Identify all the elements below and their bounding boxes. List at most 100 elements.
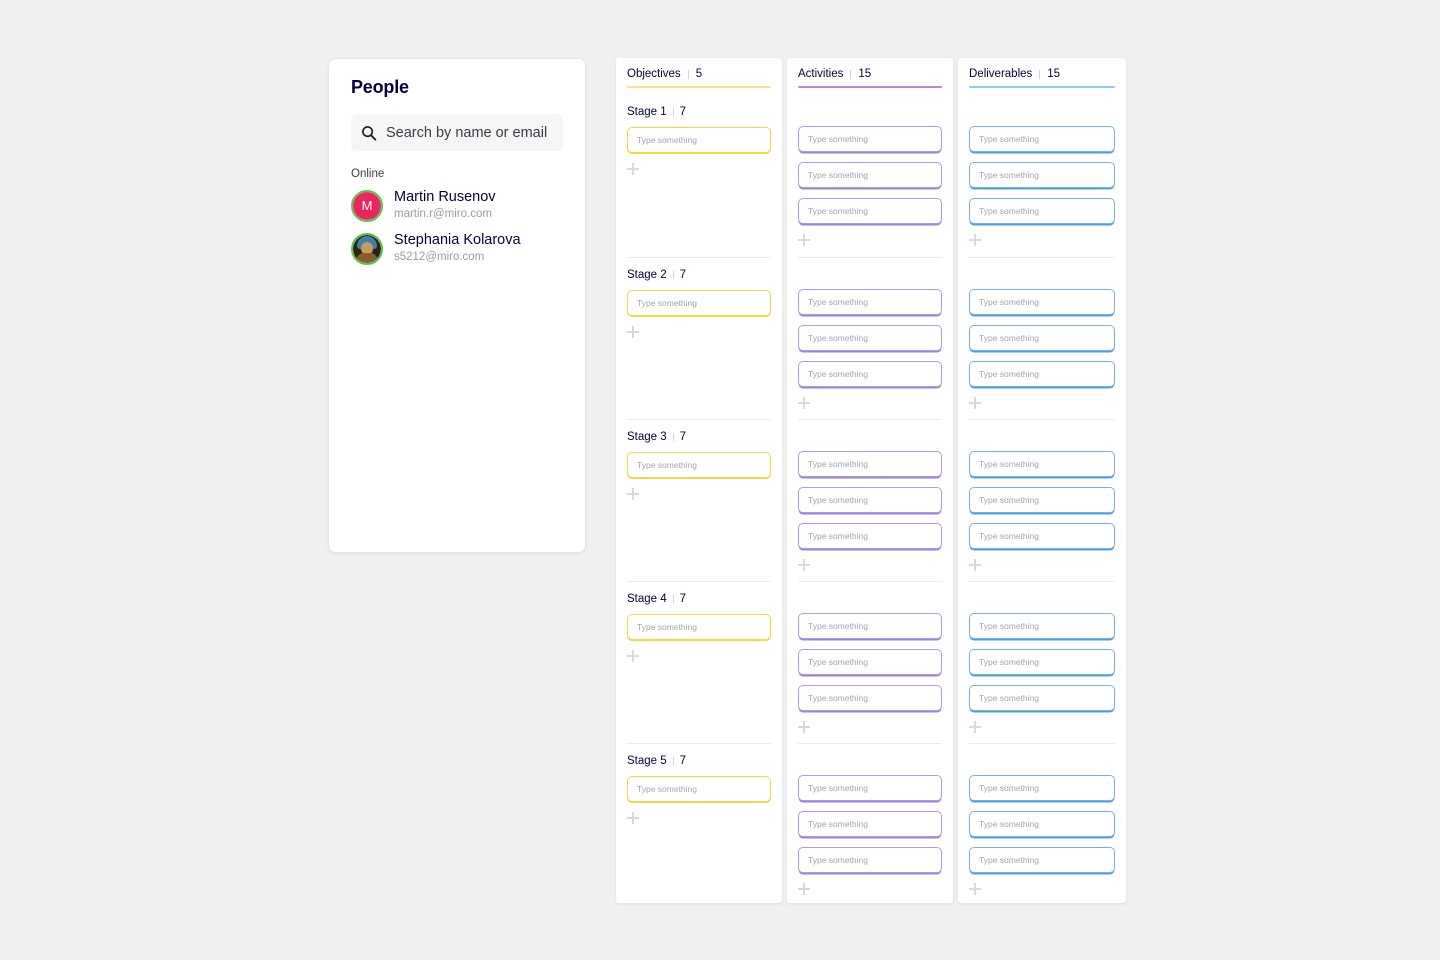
card-placeholder-text: Type something bbox=[979, 297, 1040, 307]
card-input[interactable]: Type something bbox=[798, 523, 942, 549]
search-input[interactable]: Search by name or email bbox=[351, 114, 563, 151]
card-placeholder-text: Type something bbox=[808, 134, 869, 144]
card-input[interactable]: Type something bbox=[798, 325, 942, 351]
add-card-button[interactable] bbox=[969, 397, 981, 409]
card-input[interactable]: Type something bbox=[798, 361, 942, 387]
add-card-button[interactable] bbox=[798, 721, 810, 733]
column-count: 5 bbox=[695, 68, 703, 80]
card-placeholder-text: Type something bbox=[637, 784, 698, 794]
add-card-button[interactable] bbox=[798, 883, 810, 895]
card-placeholder-text: Type something bbox=[979, 855, 1040, 865]
stage-label-separator bbox=[672, 271, 674, 279]
add-card-button[interactable] bbox=[798, 397, 810, 409]
stage-spacer bbox=[798, 420, 942, 451]
card-input[interactable]: Type something bbox=[627, 614, 771, 640]
stage-spacer bbox=[969, 744, 1115, 775]
card-input[interactable]: Type something bbox=[969, 198, 1115, 224]
card-input[interactable]: Type something bbox=[969, 685, 1115, 711]
column-title: Activities bbox=[798, 68, 844, 80]
card-input[interactable]: Type something bbox=[798, 811, 942, 837]
add-card-button[interactable] bbox=[798, 234, 810, 246]
card-input[interactable]: Type something bbox=[969, 325, 1115, 351]
stage-count: 7 bbox=[679, 755, 687, 767]
stage-label-separator bbox=[672, 595, 674, 603]
card-input[interactable]: Type something bbox=[798, 162, 942, 188]
stage-label-text: Stage 1 bbox=[627, 106, 667, 118]
column-count: 15 bbox=[1047, 68, 1061, 80]
add-card-button[interactable] bbox=[969, 234, 981, 246]
card-input[interactable]: Type something bbox=[798, 198, 942, 224]
add-card-button[interactable] bbox=[798, 559, 810, 571]
card-input[interactable]: Type something bbox=[969, 126, 1115, 152]
stage-spacer bbox=[969, 258, 1115, 289]
add-card-button[interactable] bbox=[627, 812, 639, 824]
app-root: People Search by name or email Online M … bbox=[0, 0, 1440, 960]
stage-block: Type something Type something Type somethi… bbox=[798, 743, 942, 895]
stage-label: Stage 5 7 bbox=[627, 744, 771, 776]
stage-count: 7 bbox=[679, 431, 687, 443]
card-input[interactable]: Type something bbox=[627, 290, 771, 316]
card-placeholder-text: Type something bbox=[637, 298, 698, 308]
card-input[interactable]: Type something bbox=[969, 775, 1115, 801]
board-column-objectives: Objectives 5 Stage 1 7 Type something Stage 2… bbox=[616, 58, 782, 903]
card-input[interactable]: Type something bbox=[627, 452, 771, 478]
avatar bbox=[351, 232, 383, 265]
card-input[interactable]: Type something bbox=[798, 775, 942, 801]
card-placeholder-text: Type something bbox=[808, 170, 869, 180]
card-placeholder-text: Type something bbox=[637, 460, 698, 470]
card-input[interactable]: Type something bbox=[969, 523, 1115, 549]
card-input[interactable]: Type something bbox=[969, 162, 1115, 188]
card-input[interactable]: Type something bbox=[798, 289, 942, 315]
column-header: Objectives 5 bbox=[627, 58, 771, 95]
card-placeholder-text: Type something bbox=[979, 369, 1040, 379]
page-title: People bbox=[351, 77, 409, 97]
card-input[interactable]: Type something bbox=[798, 685, 942, 711]
column-header-text: Objectives 5 bbox=[627, 68, 771, 80]
card-placeholder-text: Type something bbox=[808, 495, 869, 505]
card-input[interactable]: Type something bbox=[798, 126, 942, 152]
stage-label: Stage 4 7 bbox=[627, 582, 771, 614]
add-card-button[interactable] bbox=[969, 559, 981, 571]
stage-spacer bbox=[969, 420, 1115, 451]
card-input[interactable]: Type something bbox=[969, 289, 1115, 315]
add-card-button[interactable] bbox=[969, 883, 981, 895]
list-item[interactable]: Stephania Kolarova s5212@miro.com bbox=[351, 232, 563, 266]
card-input[interactable]: Type something bbox=[798, 487, 942, 513]
card-input[interactable]: Type something bbox=[627, 776, 771, 802]
card-placeholder-text: Type something bbox=[979, 531, 1040, 541]
avatar: M bbox=[351, 189, 383, 222]
stage-block: Type something Type something Type somethi… bbox=[969, 257, 1115, 419]
card-placeholder-text: Type something bbox=[637, 622, 698, 632]
stage-block: Type something Type something Type somethi… bbox=[798, 95, 942, 257]
add-card-button[interactable] bbox=[969, 721, 981, 733]
list-item[interactable]: M Martin Rusenov martin.r@miro.com bbox=[351, 189, 563, 223]
add-card-button[interactable] bbox=[627, 163, 639, 175]
stage-label-separator bbox=[672, 757, 674, 765]
column-accent-underline bbox=[798, 86, 942, 88]
card-input[interactable]: Type something bbox=[969, 847, 1115, 873]
card-input[interactable]: Type something bbox=[969, 487, 1115, 513]
card-input[interactable]: Type something bbox=[969, 451, 1115, 477]
card-input[interactable]: Type something bbox=[798, 613, 942, 639]
add-card-button[interactable] bbox=[627, 650, 639, 662]
card-placeholder-text: Type something bbox=[979, 170, 1040, 180]
stage-block: Type something Type something Type somethi… bbox=[969, 95, 1115, 257]
card-input[interactable]: Type something bbox=[798, 649, 942, 675]
stage-block: Stage 5 7 Type something bbox=[627, 743, 771, 893]
avatar-photo-body bbox=[356, 252, 378, 263]
card-input[interactable]: Type something bbox=[969, 649, 1115, 675]
board-column-activities: Activities 15 Type something Type something… bbox=[787, 58, 953, 903]
column-header-text: Activities 15 bbox=[798, 68, 942, 80]
stage-label: Stage 1 7 bbox=[627, 95, 771, 127]
card-input[interactable]: Type something bbox=[969, 361, 1115, 387]
add-card-button[interactable] bbox=[627, 488, 639, 500]
add-card-button[interactable] bbox=[627, 326, 639, 338]
stage-block: Stage 1 7 Type something bbox=[627, 95, 771, 257]
card-input[interactable]: Type something bbox=[627, 127, 771, 153]
card-input[interactable]: Type something bbox=[798, 847, 942, 873]
card-placeholder-text: Type something bbox=[979, 621, 1040, 631]
card-input[interactable]: Type something bbox=[969, 811, 1115, 837]
stage-block: Type something Type something Type somethi… bbox=[798, 419, 942, 581]
card-input[interactable]: Type something bbox=[798, 451, 942, 477]
card-input[interactable]: Type something bbox=[969, 613, 1115, 639]
